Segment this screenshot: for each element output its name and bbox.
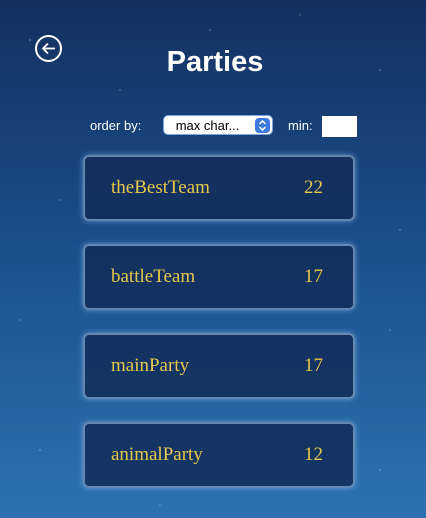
order-by-label: order by:	[90, 118, 142, 133]
party-name: mainParty	[111, 355, 190, 376]
party-count: 17	[304, 266, 323, 287]
filter-controls: order by: max char... min:	[0, 114, 426, 138]
party-name: battleTeam	[111, 266, 196, 287]
party-name: theBestTeam	[111, 177, 210, 198]
party-list: theBestTeam 22 battleTeam 17 mainParty 1…	[83, 155, 355, 488]
page-title: Parties	[166, 46, 264, 78]
select-arrows-icon	[255, 117, 270, 133]
party-count: 22	[304, 177, 323, 198]
party-card[interactable]: battleTeam 17	[83, 244, 355, 310]
party-card[interactable]: animalParty 12	[83, 422, 355, 488]
party-card[interactable]: mainParty 17	[83, 333, 355, 399]
party-count: 12	[304, 444, 323, 465]
min-label: min:	[288, 118, 313, 133]
order-by-select[interactable]: max char...	[163, 115, 273, 135]
min-input[interactable]	[322, 116, 357, 137]
party-name: animalParty	[111, 444, 203, 465]
party-card[interactable]: theBestTeam 22	[83, 155, 355, 221]
party-count: 17	[304, 355, 323, 376]
order-by-value: max char...	[175, 117, 240, 133]
